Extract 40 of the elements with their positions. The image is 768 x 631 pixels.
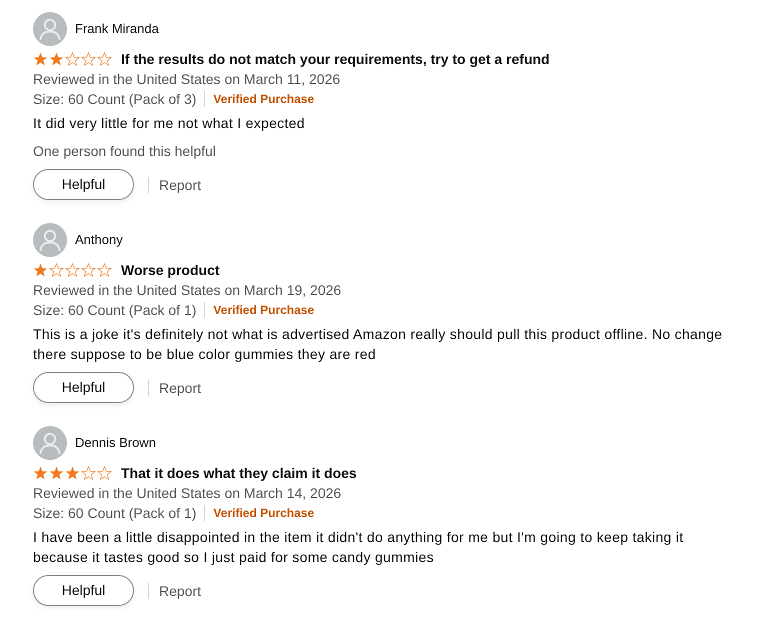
- empty-star-icon: [97, 52, 112, 66]
- review-title[interactable]: If the results do not match your requirements, try to get a refund: [121, 49, 550, 69]
- product-size: Size: 60 Count (Pack of 1): [33, 504, 196, 523]
- review-date: Reviewed in the United States on March 19, 2026: [33, 281, 342, 300]
- filled-star-icon: [33, 263, 48, 277]
- empty-star-icon: [97, 263, 112, 277]
- reviewer-name: Dennis Brown: [75, 434, 156, 452]
- empty-star-icon: [81, 263, 96, 277]
- empty-star-icon: [65, 263, 80, 277]
- empty-star-icon: [97, 466, 112, 480]
- avatar-icon: [33, 12, 67, 46]
- reviewer-name: Anthony: [75, 231, 123, 249]
- product-size: Size: 60 Count (Pack of 3): [33, 90, 196, 109]
- review-date: Reviewed in the United States on March 11, 2026: [33, 70, 340, 89]
- filled-star-icon: [33, 52, 48, 66]
- report-link[interactable]: Report: [159, 174, 202, 194]
- verified-purchase-label: Verified Purchase: [213, 505, 314, 522]
- review-text: I have been a little disappointed in the item it didn't do anything for me but I'm going to keep taking it because it tastes good so I just paid for some candy gummies: [33, 528, 684, 567]
- review-title[interactable]: Worse product: [121, 260, 220, 280]
- filled-star-icon: [33, 466, 48, 480]
- helpful-button[interactable]: Helpful: [33, 169, 134, 200]
- review-date: Reviewed in the United States on March 14, 2026: [33, 484, 342, 503]
- verified-purchase-label: Verified Purchase: [213, 302, 314, 319]
- review-text: This is a joke it's definitely not what is advertised Amazon really should pull this product offline. No change there suppose to be blue color gummies they are red: [33, 325, 723, 364]
- reviewer-name: Frank Miranda: [75, 20, 159, 38]
- product-size: Size: 60 Count (Pack of 1): [33, 301, 196, 320]
- helpful-button[interactable]: Helpful: [33, 372, 134, 403]
- helpful-count: One person found this helpful: [33, 142, 216, 161]
- helpful-button[interactable]: Helpful: [33, 575, 134, 606]
- verified-purchase-label: Verified Purchase: [213, 91, 314, 108]
- avatar-icon: [33, 426, 67, 460]
- review-text: It did very little for me not what I expected: [33, 114, 305, 133]
- empty-star-icon: [81, 52, 96, 66]
- filled-star-icon: [49, 52, 64, 66]
- filled-star-icon: [49, 466, 64, 480]
- report-link[interactable]: Report: [159, 580, 202, 600]
- report-link[interactable]: Report: [159, 378, 202, 398]
- avatar-icon: [33, 223, 67, 257]
- filled-star-icon: [65, 466, 80, 480]
- review-title[interactable]: That it does what they claim it does: [121, 463, 357, 483]
